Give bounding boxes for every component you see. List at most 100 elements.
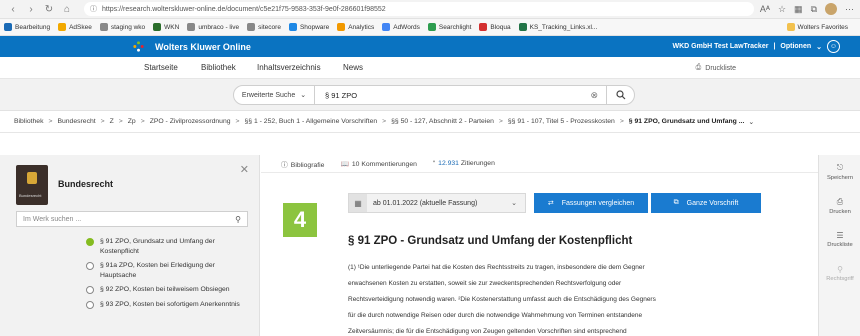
back-icon[interactable]: ‹ [6,2,20,16]
bookmark-label: umbraco - live [198,23,240,31]
bookmark-item[interactable]: AdWords [382,23,420,31]
rail-save[interactable]: ⎋ Speichern [819,163,860,181]
favorites-star-icon[interactable]: ☆ [778,4,786,15]
breadcrumb-item[interactable]: Bibliothek [14,118,43,125]
nav-bibliothek[interactable]: Bibliothek [201,63,236,72]
search-button[interactable] [607,85,635,105]
zitierungen-link[interactable]: “12.931 Zitierungen [433,160,495,167]
version-select[interactable]: ▦ ab 01.01.2022 (aktuelle Fassung) ⌄ [348,193,526,213]
nav-news[interactable]: News [343,63,363,72]
bookmark-item[interactable]: Bearbeitung [4,23,50,31]
chevron-down-icon[interactable]: ⌄ [816,43,822,51]
toc-item[interactable]: § 92 ZPO, Kosten bei teilweisem Obsiegen [86,285,246,295]
breadcrumb-item[interactable]: §§ 50 - 127, Abschnitt 2 - Parteien [391,118,494,125]
breadcrumb-item[interactable]: ZPO - Zivilprozessordnung [150,118,231,125]
bookmark-item[interactable]: Shopware [288,23,330,31]
app-title[interactable]: Wolters Kluwer Online [155,42,251,52]
bookmarks-bar: Bearbeitung AdSkee staging wko WKN umbraco -… [0,19,860,36]
kommentierungen-link[interactable]: 📖 10 Kommentierungen [340,160,416,168]
bookmark-item[interactable]: WKN [153,23,179,31]
breadcrumb-item[interactable]: Bundesrecht [57,118,95,125]
bookmark-item[interactable]: umbraco - live [187,23,239,31]
rail-druckliste[interactable]: ☰ Druckliste [819,231,860,248]
compare-versions-button[interactable]: ⇄ Fassungen vergleichen [534,193,648,213]
bookmark-icon [187,23,196,31]
more-icon[interactable]: ⋯ [845,4,854,15]
nav-inhaltsverzeichnis[interactable]: Inhaltsverzeichnis [257,63,321,72]
lock-icon: ⓘ [90,6,97,13]
bookmark-folder[interactable]: Wolters Favorites [786,23,848,31]
breadcrumb-item[interactable]: Zp [128,118,136,125]
search-query: § 91 ZPO [325,90,358,100]
bibliografie-link[interactable]: ⓘ Bibliografie [281,159,324,169]
browser-toolbar: ‹ › ↻ ⌂ ⓘ https://research.wolterskluwer… [0,0,860,19]
bookmark-label: staging wko [110,23,146,31]
bookmark-label: AdSkee [69,23,92,31]
breadcrumb-separator: > [382,118,387,125]
clear-icon[interactable]: ⊗ [590,90,598,101]
bookmark-label: Shopware [299,23,330,31]
bookmark-icon [288,23,297,31]
bookmark-item[interactable]: KS_Tracking_Links.xl... [518,23,597,31]
werk-search-input[interactable]: Im Werk suchen ... ⚲ [16,211,248,227]
breadcrumb-item[interactable]: §§ 91 - 107, Titel 5 - Prozesskosten [508,118,615,125]
book-icon: 📖 [340,160,349,168]
toc-item-label: § 92 ZPO, Kosten bei teilweisem Obsiegen [100,286,230,294]
bookmark-icon [427,23,436,31]
app-header: Wolters Kluwer Online WKD GmbH Test LawT… [0,36,860,57]
close-icon[interactable]: ✕ [240,163,249,176]
bookmark-item[interactable]: staging wko [99,23,146,31]
forward-icon[interactable]: › [24,2,38,16]
toc-item-label: § 91a ZPO, Kosten bei Erledigung der Hau… [100,262,215,279]
breadcrumb-item[interactable]: Z [110,118,114,125]
rail-print[interactable]: ⎙ Drucken [819,197,860,215]
breadcrumb-item[interactable]: §§ 1 - 252, Buch 1 - Allgemeine Vorschri… [245,118,378,125]
bookmark-item[interactable]: sitecore [247,23,281,31]
profile-avatar[interactable] [825,3,837,15]
document-meta-bar: ⓘ Bibliografie 📖 10 Kommentierungen “12.93… [261,155,818,173]
address-bar[interactable]: ⓘ https://research.wolterskluwer-online.… [84,2,754,16]
bookmark-item[interactable]: AdSkee [58,23,92,31]
compare-label: Fassungen vergleichen [561,199,635,207]
bookmark-item[interactable]: Analytics [337,23,374,31]
user-icon[interactable]: ☺ [827,40,840,53]
bookmark-label: sitecore [258,23,281,31]
bookmark-icon [99,23,108,31]
right-action-rail: ⎋ Speichern ⎙ Drucken ☰ Druckliste ⚲ Rechtsg… [818,155,860,336]
breadcrumb-separator: > [100,118,105,125]
chevron-down-icon[interactable]: ⌄ [748,118,754,126]
druckliste-link[interactable]: ⎙ Druckliste [696,64,736,72]
book-cover: Bundesrecht [16,165,48,205]
advanced-search-dropdown[interactable]: Erweiterte Suche ⌄ [233,85,315,105]
breadcrumb-separator: > [48,118,53,125]
url-text: https://research.wolterskluwer-online.de… [102,5,386,13]
nav-startseite[interactable]: Startseite [144,63,178,72]
bookmark-item[interactable]: Searchlight [427,23,471,31]
extensions-icon[interactable]: ▦ [794,4,803,15]
radio-dot-icon [86,286,94,295]
search-input[interactable]: § 91 ZPO ⊗ [315,85,607,105]
breadcrumb-item[interactable]: § 91 ZPO, Grundsatz und Umfang ... [629,118,745,125]
druckliste-label: Druckliste [705,64,736,72]
toc-item[interactable]: § 93 ZPO, Kosten bei sofortigem Anerkenn… [86,300,246,310]
bookmark-label: WKN [164,23,180,31]
bookmark-icon [4,23,12,31]
toc-item[interactable]: § 91 ZPO, Grundsatz und Umfang der Koste… [86,237,246,256]
document-body-line: erwachsenen Kosten zu erstatten, soweit … [348,280,622,287]
calendar-icon: ▦ [349,194,367,212]
collections-icon[interactable]: ⧉ [811,4,817,15]
reload-icon[interactable]: ↻ [42,2,56,16]
bookmark-icon [518,23,527,31]
options-menu[interactable]: Optionen [780,43,811,50]
breadcrumb: Bibliothek > Bundesrecht > Z > Zp > ZPO - Zivilp… [0,111,860,133]
search-icon[interactable]: ⚲ [235,215,241,224]
breadcrumb-separator: > [140,118,145,125]
toc-item[interactable]: § 91a ZPO, Kosten bei Erledigung der Hau… [86,261,246,280]
read-aloud-icon[interactable]: Aᴬ [760,4,770,14]
bookmark-item[interactable]: Bloqua [479,23,511,31]
zitierungen-count: 12.931 [438,160,459,167]
rail-save-label: Speichern [826,175,854,181]
home-icon[interactable]: ⌂ [60,2,74,16]
rail-rechtsgriff[interactable]: ⚲ Rechtsgriff [819,265,860,282]
whole-provision-button[interactable]: ⧉ Ganze Vorschrift [651,193,761,213]
